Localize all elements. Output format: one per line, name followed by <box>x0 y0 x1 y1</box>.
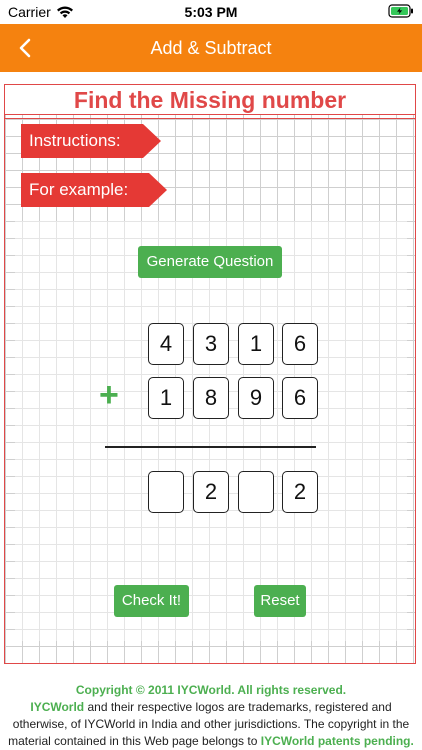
nav-bar: Add & Subtract <box>0 24 422 72</box>
answer-input-3[interactable] <box>238 471 274 513</box>
row2-digit-2: 8 <box>193 377 229 419</box>
row1-digit-4: 6 <box>282 323 318 365</box>
row2-digit-3: 9 <box>238 377 274 419</box>
footer-brand-2: IYCWorld patents pending. <box>260 734 414 748</box>
footer-brand-1: IYCWorld <box>30 700 85 714</box>
check-it-button[interactable]: Check It! <box>114 585 189 617</box>
battery-charging-icon <box>388 4 413 18</box>
worksheet-panel: Find the Missing number Instructions: Fo… <box>4 84 416 664</box>
nav-title: Add & Subtract <box>150 38 272 58</box>
row2-digit-4: 6 <box>282 377 318 419</box>
answer-digit-4: 2 <box>282 471 318 513</box>
question-area <box>15 221 407 641</box>
status-time: 5:03 PM <box>184 4 238 20</box>
reset-button[interactable]: Reset <box>254 585 306 617</box>
row2-digit-1: 1 <box>148 377 184 419</box>
answer-digit-2: 2 <box>193 471 229 513</box>
copyright-text: Copyright © 2011 IYCWorld. All rights re… <box>75 683 347 697</box>
generate-question-button[interactable]: Generate Question <box>138 246 282 278</box>
title-divider <box>5 118 415 119</box>
footer-legal: IYCWorld and their respective logos are … <box>4 699 418 750</box>
instructions-ribbon[interactable]: Instructions: <box>21 124 161 158</box>
footer: Copyright © 2011 IYCWorld. All rights re… <box>0 682 422 750</box>
page-title: Find the Missing number <box>73 87 347 113</box>
row1-digit-3: 1 <box>238 323 274 365</box>
example-ribbon[interactable]: For example: <box>21 173 167 207</box>
row1-digit-1: 4 <box>148 323 184 365</box>
answer-input-1[interactable] <box>148 471 184 513</box>
sum-line <box>105 446 316 448</box>
status-bar: Carrier 5:03 PM <box>0 0 422 24</box>
title-band: Find the Missing number <box>5 85 415 115</box>
plus-operator: + <box>99 376 119 414</box>
row1-digit-2: 3 <box>193 323 229 365</box>
